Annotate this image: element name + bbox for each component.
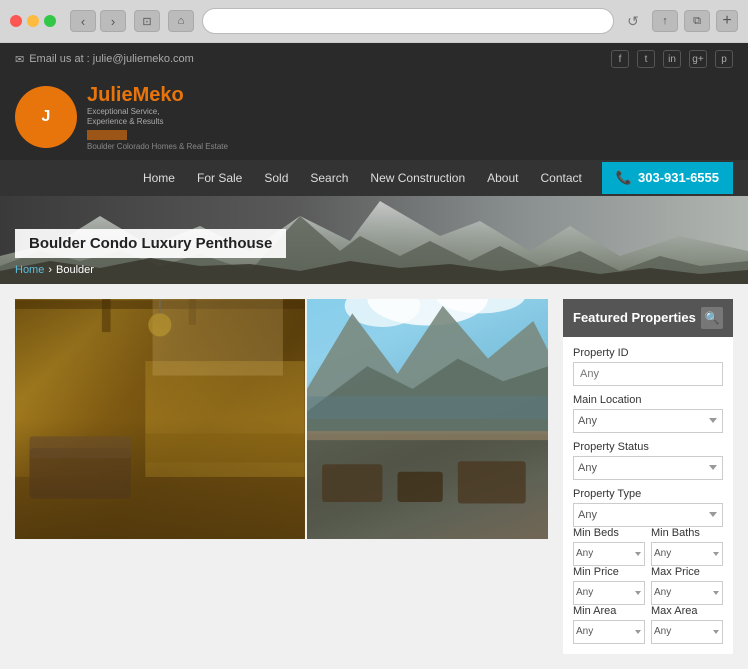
phone-icon: 📞: [616, 170, 632, 186]
email-text: Email us at : julie@juliemeko.com: [29, 53, 194, 65]
min-beds-col: Min Beds Any: [573, 527, 645, 566]
property-id-input[interactable]: [573, 362, 723, 386]
min-beds-label: Min Beds: [573, 527, 645, 539]
price-row: Min Price Any Max Price Any: [573, 566, 723, 605]
featured-header: Featured Properties 🔍: [563, 299, 733, 337]
pinterest-link[interactable]: p: [715, 50, 733, 68]
logo-sub: Boulder Colorado Homes & Real Estate: [87, 142, 228, 152]
min-area-label: Min Area: [573, 605, 645, 617]
max-price-col: Max Price Any: [651, 566, 723, 605]
logo-circle: J: [15, 86, 77, 148]
featured-title: Featured Properties: [573, 310, 696, 325]
right-buttons: ↑ ⧉ +: [652, 10, 738, 32]
min-baths-label: Min Baths: [651, 527, 723, 539]
nav-sold[interactable]: Sold: [254, 163, 298, 193]
beds-baths-row: Min Beds Any Min Baths Any: [573, 527, 723, 566]
max-area-col: Max Area Any: [651, 605, 723, 644]
logo-first: Julie: [87, 84, 133, 106]
social-links: f t in g+ p: [611, 50, 733, 68]
area-row: Min Area Any Max Area Any: [573, 605, 723, 644]
max-area-select[interactable]: Any: [651, 620, 723, 644]
main-location-select[interactable]: Any: [573, 409, 723, 433]
interior-photo: [15, 299, 305, 539]
breadcrumb-home[interactable]: Home: [15, 264, 44, 276]
exterior-photo: [307, 299, 548, 539]
min-price-col: Min Price Any: [573, 566, 645, 605]
property-type-label: Property Type: [573, 488, 723, 500]
search-button[interactable]: 🔍: [701, 307, 723, 329]
logo-last: Meko: [133, 84, 184, 106]
share-button[interactable]: ↑: [652, 10, 678, 32]
back-button[interactable]: ‹: [70, 10, 96, 32]
address-bar[interactable]: [202, 8, 614, 34]
nav-new-construction[interactable]: New Construction: [360, 163, 475, 193]
breadcrumb-current: Boulder: [56, 264, 94, 276]
logo-tagline-line1: Exceptional Service,: [87, 107, 228, 117]
min-area-select[interactable]: Any: [573, 620, 645, 644]
titlebar: ‹ › ⊡ ⌂ ↺ ↑ ⧉ +: [0, 0, 748, 42]
min-price-label: Min Price: [573, 566, 645, 578]
close-button[interactable]: [10, 15, 22, 27]
nav-buttons: ‹ ›: [70, 10, 126, 32]
breadcrumb-separator: ›: [48, 264, 52, 276]
phone-number: 303-931-6555: [638, 170, 719, 185]
min-area-col: Min Area Any: [573, 605, 645, 644]
site-header: J JulieMeko Exceptional Service, Experie…: [0, 75, 748, 160]
property-type-select[interactable]: Any: [573, 503, 723, 527]
phone-button[interactable]: 📞 303-931-6555: [602, 162, 733, 194]
max-price-label: Max Price: [651, 566, 723, 578]
linkedin-link[interactable]: in: [663, 50, 681, 68]
logo-name: JulieMeko: [87, 83, 228, 107]
breadcrumb: Home › Boulder: [15, 262, 286, 278]
logo-tagline-line2: Experience & Results: [87, 117, 228, 127]
nav-for-sale[interactable]: For Sale: [187, 163, 252, 193]
min-price-select[interactable]: Any: [573, 581, 645, 605]
browser-chrome: ‹ › ⊡ ⌂ ↺ ↑ ⧉ +: [0, 0, 748, 43]
logo-area: J JulieMeko Exceptional Service, Experie…: [15, 83, 228, 152]
nav-search[interactable]: Search: [300, 163, 358, 193]
property-status-label: Property Status: [573, 441, 723, 453]
reload-button[interactable]: ↺: [622, 10, 644, 32]
max-price-select[interactable]: Any: [651, 581, 723, 605]
top-bar: ✉ Email us at : julie@juliemeko.com f t …: [0, 43, 748, 75]
main-content: Featured Properties 🔍 Property ID Main L…: [0, 284, 748, 669]
property-id-label: Property ID: [573, 347, 723, 359]
traffic-lights: [10, 15, 56, 27]
nav-bar: Home For Sale Sold Search New Constructi…: [0, 160, 748, 196]
minimize-button[interactable]: [27, 15, 39, 27]
nav-home[interactable]: Home: [133, 163, 185, 193]
property-status-select[interactable]: Any: [573, 456, 723, 480]
sidebar: Featured Properties 🔍 Property ID Main L…: [563, 299, 733, 654]
nav-contact[interactable]: Contact: [530, 163, 591, 193]
hero-content: Boulder Condo Luxury Penthouse Home › Bo…: [0, 223, 301, 284]
min-beds-select[interactable]: Any: [573, 542, 645, 566]
interior-overlay: [15, 299, 305, 539]
contact-info: ✉ Email us at : julie@juliemeko.com: [15, 53, 194, 66]
logo-initial: J: [42, 108, 51, 126]
windows-button[interactable]: ⧉: [684, 10, 710, 32]
tab-view-button[interactable]: ⊡: [134, 10, 160, 32]
forward-button[interactable]: ›: [100, 10, 126, 32]
property-images: [15, 299, 548, 539]
hero-section: Boulder Condo Luxury Penthouse Home › Bo…: [0, 196, 748, 284]
exterior-svg: [307, 299, 548, 539]
property-image-area: [15, 299, 548, 654]
main-location-label: Main Location: [573, 394, 723, 406]
email-icon: ✉: [15, 53, 24, 66]
google-link[interactable]: g+: [689, 50, 707, 68]
min-baths-select[interactable]: Any: [651, 542, 723, 566]
maximize-button[interactable]: [44, 15, 56, 27]
page-title: Boulder Condo Luxury Penthouse: [15, 229, 286, 258]
new-tab-button[interactable]: +: [716, 10, 738, 32]
nav-about[interactable]: About: [477, 163, 528, 193]
website: ✉ Email us at : julie@juliemeko.com f t …: [0, 43, 748, 669]
logo-text: JulieMeko Exceptional Service, Experienc…: [87, 83, 228, 152]
facebook-link[interactable]: f: [611, 50, 629, 68]
filter-section: Property ID Main Location Any Property S…: [563, 337, 733, 654]
max-area-label: Max Area: [651, 605, 723, 617]
home-button[interactable]: ⌂: [168, 10, 194, 32]
min-baths-col: Min Baths Any: [651, 527, 723, 566]
twitter-link[interactable]: t: [637, 50, 655, 68]
